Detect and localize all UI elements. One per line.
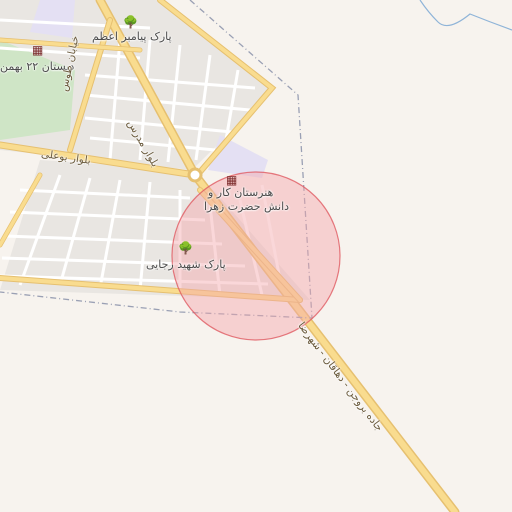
tree-icon[interactable]: 🌳 — [123, 16, 138, 28]
park-rajaei-label[interactable]: پارک شهید رجایی — [146, 258, 226, 271]
tree-icon[interactable]: 🌳 — [178, 242, 193, 254]
park-payambar-label[interactable]: پارک پیامبر اعظم — [92, 30, 172, 43]
school-icon[interactable]: ▦ — [32, 44, 43, 56]
roundabout — [187, 167, 203, 183]
school-icon[interactable]: ▦ — [226, 174, 237, 186]
school-zahra-label-line1[interactable]: هنرستان کار و — [208, 186, 273, 199]
map-canvas[interactable]: 🌳 ▦ ▦ 🌳 پارک پیامبر اعظم دبستان ۲۲ بهمن … — [0, 0, 512, 512]
map-layer — [0, 0, 512, 512]
school-zahra-label-line2[interactable]: دانش حضرت زهرا — [204, 200, 289, 213]
